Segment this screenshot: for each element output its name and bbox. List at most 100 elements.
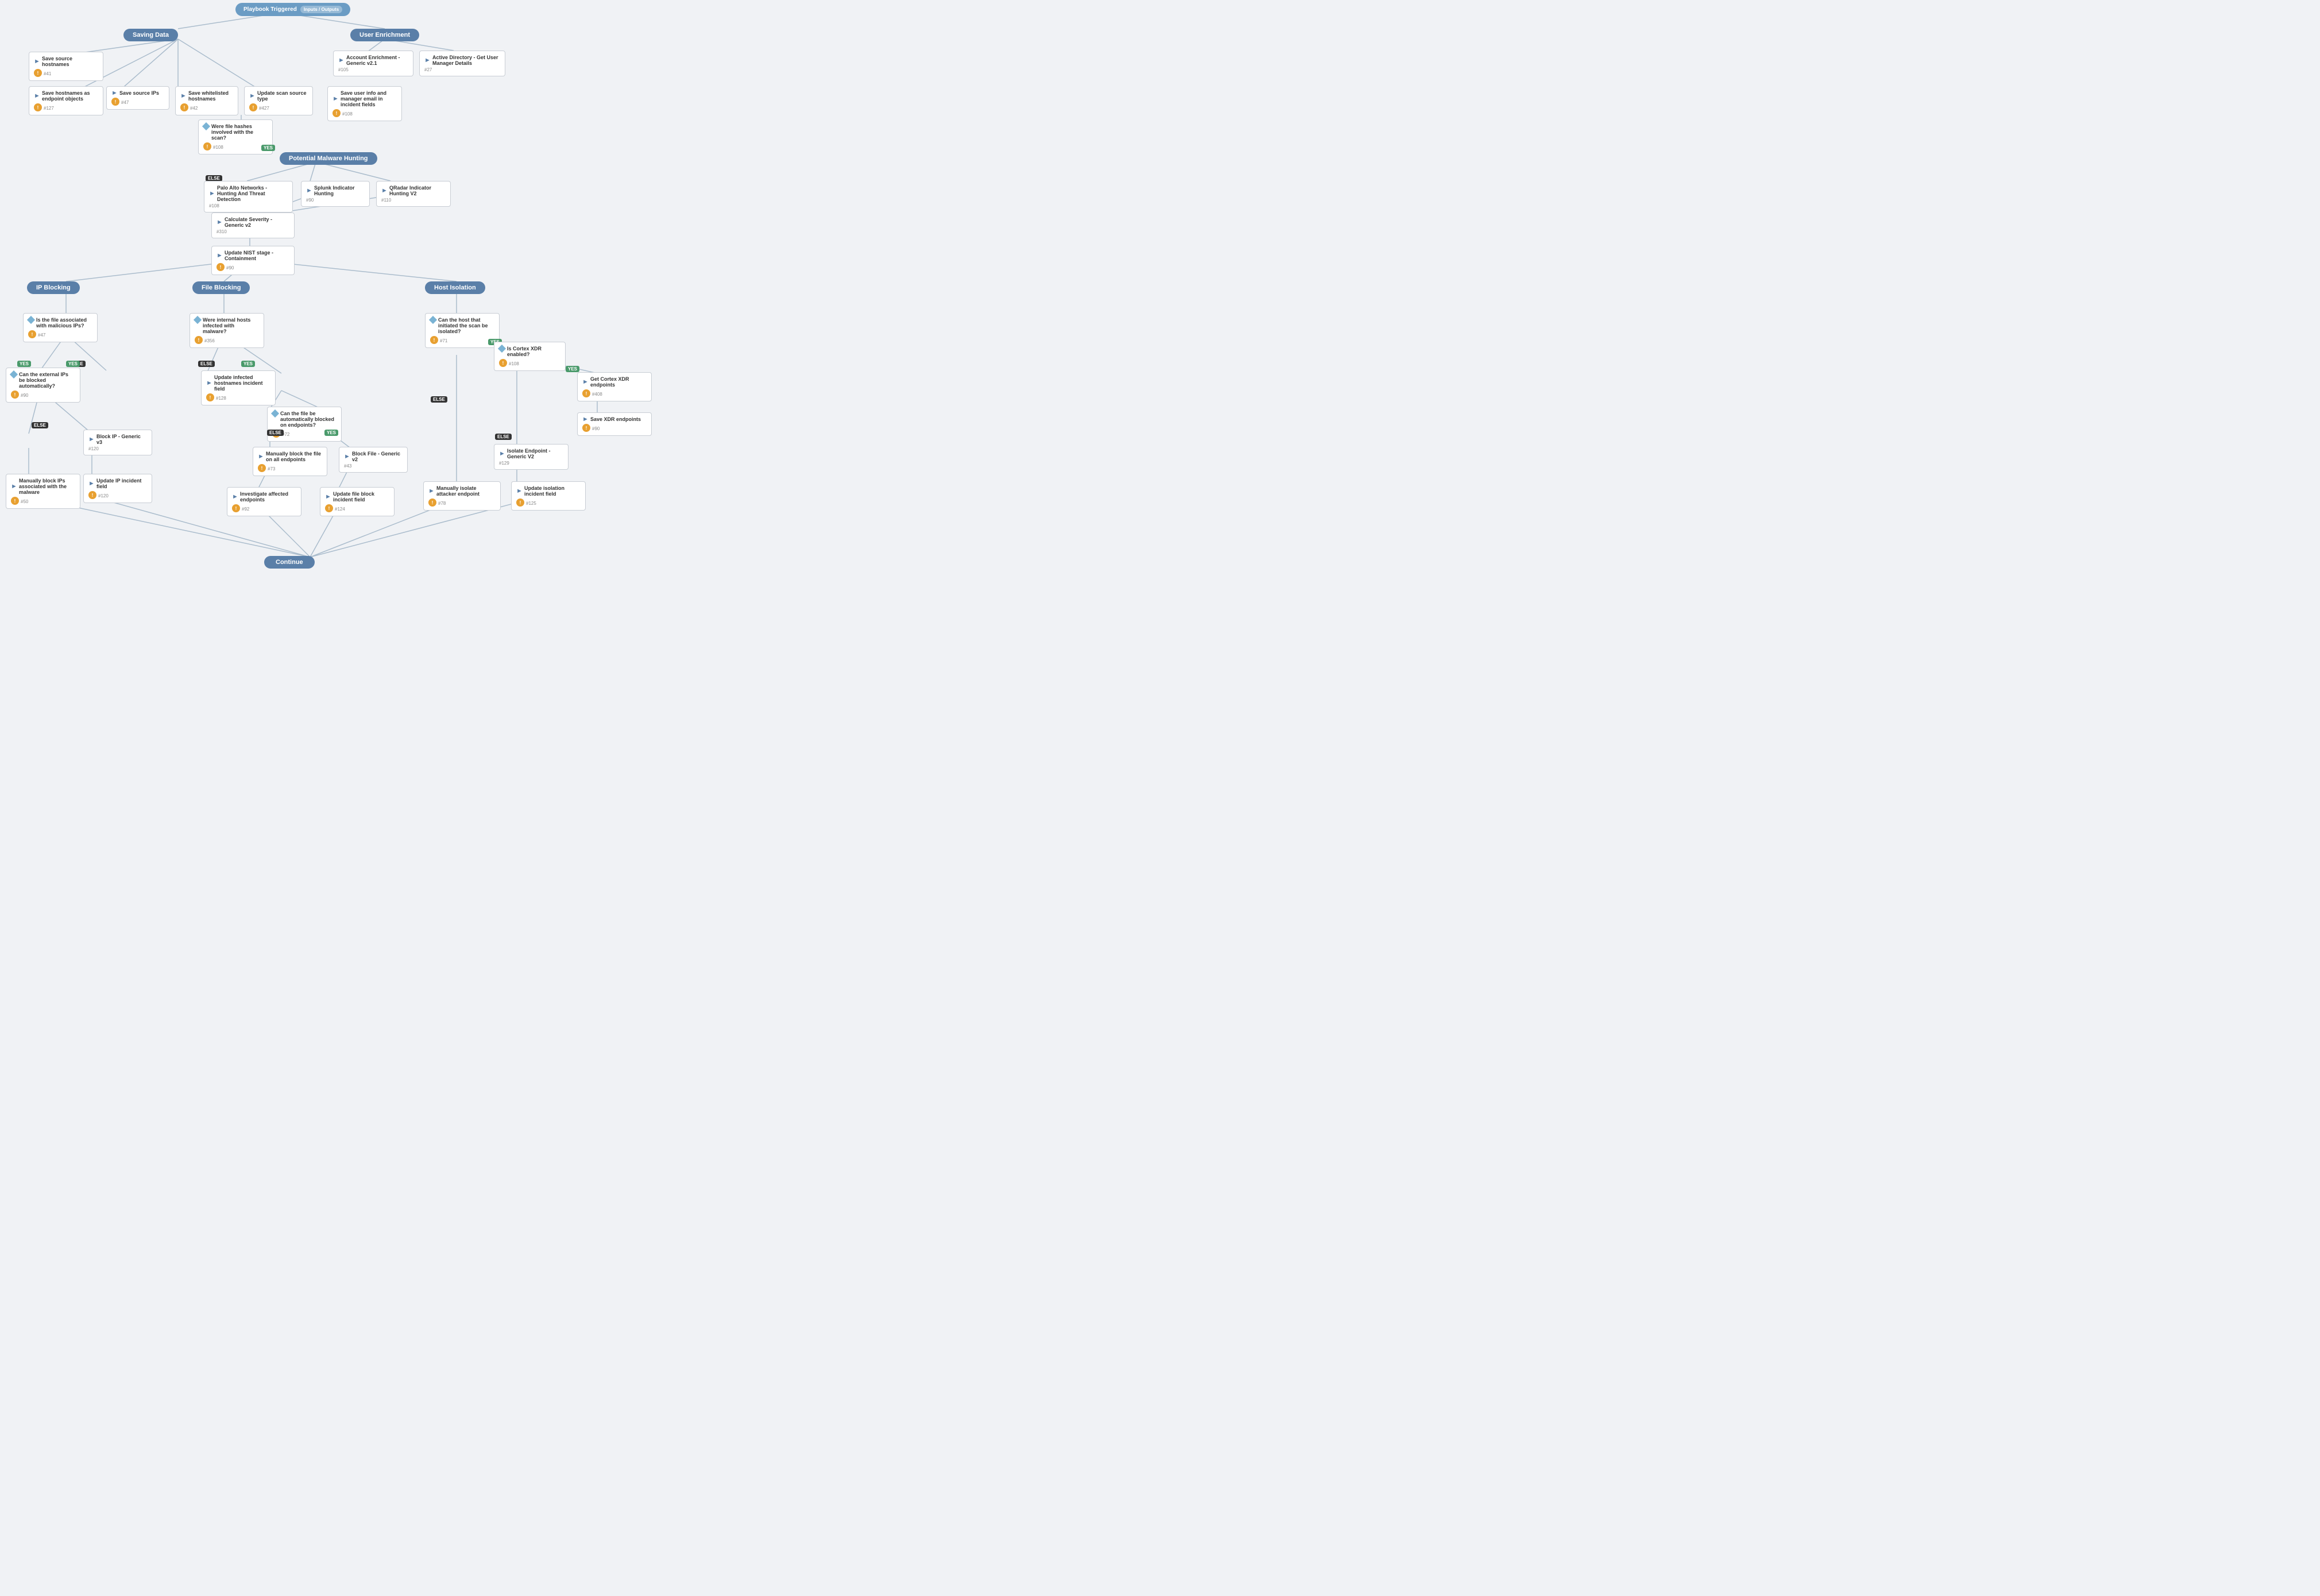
- arrow-icon: ►: [428, 488, 434, 494]
- status-icon: !: [88, 491, 96, 499]
- arrow-icon: ►: [209, 191, 215, 196]
- label-yes-2: YES: [17, 361, 31, 367]
- node-save-source-ips[interactable]: ► Save source IPs ! #47: [106, 86, 169, 110]
- arrow-icon: ►: [338, 57, 344, 63]
- label-yes-file-auto: YES: [324, 430, 338, 436]
- node-splunk-indicator[interactable]: ► Splunk Indicator Hunting #90: [301, 181, 370, 207]
- node-account-enrichment[interactable]: ► Account Enrichment - Generic v2.1 #105: [333, 51, 413, 76]
- node-block-file-generic[interactable]: ► Block File - Generic v2 #43: [339, 447, 408, 473]
- status-icon: !: [499, 359, 507, 367]
- status-icon: !: [332, 109, 341, 117]
- arrow-icon: ►: [180, 93, 186, 99]
- diamond-icon: [498, 345, 506, 353]
- node-were-internal-hosts[interactable]: Were internal hosts infected with malwar…: [190, 313, 264, 348]
- node-get-cortex-xdr[interactable]: ► Get Cortex XDR endpoints ! #408: [577, 372, 652, 401]
- node-update-nist[interactable]: ► Update NIST stage - Containment ! #90: [211, 246, 295, 275]
- node-is-file-assoc[interactable]: Is the file associated with malicious IP…: [23, 313, 98, 342]
- section-potential-malware[interactable]: Potential Malware Hunting: [280, 152, 377, 165]
- arrow-icon: ►: [344, 454, 350, 459]
- status-icon: !: [180, 103, 188, 111]
- node-save-hostnames-ep[interactable]: ► Save hostnames as endpoint objects ! #…: [29, 86, 103, 115]
- label-yes-1: YES: [261, 145, 275, 151]
- node-manually-block-ips[interactable]: ► Manually block IPs associated with the…: [6, 474, 80, 509]
- arrow-icon: ►: [232, 494, 238, 500]
- diamond-icon: [194, 316, 202, 324]
- canvas: Playbook Triggered Inputs / Outputs Savi…: [0, 0, 747, 804]
- diamond-icon: [429, 316, 437, 324]
- arrow-icon: ►: [111, 90, 117, 96]
- node-can-file-blocked[interactable]: Can the file be automatically blocked on…: [267, 407, 342, 442]
- label-else-file: ELSE: [198, 361, 215, 367]
- diamond-icon: [202, 122, 210, 130]
- label-else-cortex: ELSE: [495, 434, 512, 440]
- status-icon: !: [258, 464, 266, 472]
- node-isolate-endpoint[interactable]: ► Isolate Endpoint - Generic V2 #129: [494, 444, 569, 470]
- arrow-icon: ►: [88, 436, 94, 442]
- status-icon: !: [582, 389, 590, 397]
- diamond-icon: [10, 370, 18, 378]
- arrow-icon: ►: [258, 454, 264, 459]
- status-icon: !: [111, 98, 119, 106]
- continue-node[interactable]: Continue: [264, 556, 315, 569]
- node-save-user-info[interactable]: ► Save user info and manager email in in…: [327, 86, 402, 121]
- section-saving-data[interactable]: Saving Data: [123, 29, 178, 41]
- status-icon: !: [11, 497, 19, 505]
- trigger-badge: Inputs / Outputs: [300, 6, 342, 13]
- section-user-enrichment[interactable]: User Enrichment: [350, 29, 419, 41]
- node-is-cortex-xdr[interactable]: Is Cortex XDR enabled? ! #108: [494, 342, 566, 371]
- arrow-icon: ►: [34, 93, 40, 99]
- node-save-source-hostnames[interactable]: ► Save source hostnames ! #41: [29, 52, 103, 81]
- node-qradar-indicator[interactable]: ► QRadar Indicator Hunting V2 #110: [376, 181, 451, 207]
- diamond-icon: [27, 316, 35, 324]
- node-block-ip-generic[interactable]: ► Block IP - Generic v3 #120: [83, 430, 152, 455]
- arrow-icon: ►: [216, 219, 222, 225]
- arrow-icon: ►: [216, 253, 222, 258]
- status-icon: !: [206, 393, 214, 401]
- trigger-node[interactable]: Playbook Triggered Inputs / Outputs: [235, 3, 350, 16]
- section-file-blocking[interactable]: File Blocking: [192, 281, 250, 294]
- node-ad-get-user[interactable]: ► Active Directory - Get User Manager De…: [419, 51, 505, 76]
- status-icon: !: [34, 69, 42, 77]
- arrow-icon: ►: [206, 380, 212, 386]
- node-can-external-ips[interactable]: Can the external IPs be blocked automati…: [6, 368, 80, 403]
- status-icon: !: [28, 330, 36, 338]
- label-yes-cortex: YES: [566, 366, 579, 372]
- section-ip-blocking[interactable]: IP Blocking: [27, 281, 80, 294]
- status-icon: !: [430, 336, 438, 344]
- diamond-icon: [271, 409, 279, 418]
- label-else-host: ELSE: [431, 396, 447, 403]
- node-investigate-affected[interactable]: ► Investigate affected endpoints ! #92: [227, 487, 301, 516]
- status-icon: !: [325, 504, 333, 512]
- arrow-icon: ►: [582, 416, 588, 422]
- node-update-ip-incident[interactable]: ► Update IP incident field ! #120: [83, 474, 152, 503]
- arrow-icon: ►: [499, 451, 505, 457]
- node-save-xdr-endpoints[interactable]: ► Save XDR endpoints ! #90: [577, 412, 652, 436]
- node-update-infected[interactable]: ► Update infected hostnames incident fie…: [201, 370, 276, 405]
- status-icon: !: [516, 498, 524, 507]
- label-yes-file-yes: YES: [241, 361, 255, 367]
- node-update-isolation[interactable]: ► Update isolation incident field ! #125: [511, 481, 586, 511]
- status-icon: !: [582, 424, 590, 432]
- node-manually-block-file[interactable]: ► Manually block the file on all endpoin…: [253, 447, 327, 476]
- status-icon: !: [34, 103, 42, 111]
- status-icon: !: [249, 103, 257, 111]
- node-save-whitelisted[interactable]: ► Save whitelisted hostnames ! #42: [175, 86, 238, 115]
- arrow-icon: ►: [88, 481, 94, 486]
- node-update-scan-source[interactable]: ► Update scan source type ! #427: [244, 86, 313, 115]
- arrow-icon: ►: [306, 188, 312, 194]
- node-calculate-severity[interactable]: ► Calculate Severity - Generic v2 #310: [211, 212, 295, 238]
- trigger-label: Playbook Triggered: [243, 6, 297, 13]
- node-manually-isolate[interactable]: ► Manually isolate attacker endpoint ! #…: [423, 481, 501, 511]
- arrow-icon: ►: [11, 484, 17, 489]
- status-icon: !: [195, 336, 203, 344]
- arrow-icon: ►: [34, 59, 40, 64]
- label-else-file-auto: ELSE: [267, 430, 284, 436]
- arrow-icon: ►: [582, 379, 588, 385]
- status-icon: !: [232, 504, 240, 512]
- arrow-icon: ►: [325, 494, 331, 500]
- status-icon: !: [428, 498, 436, 507]
- node-update-file-block[interactable]: ► Update file block incident field ! #12…: [320, 487, 395, 516]
- section-host-isolation[interactable]: Host Isolation: [425, 281, 485, 294]
- node-palo-alto-hunting[interactable]: ► Palo Alto Networks - Hunting And Threa…: [204, 181, 293, 212]
- arrow-icon: ►: [424, 57, 430, 63]
